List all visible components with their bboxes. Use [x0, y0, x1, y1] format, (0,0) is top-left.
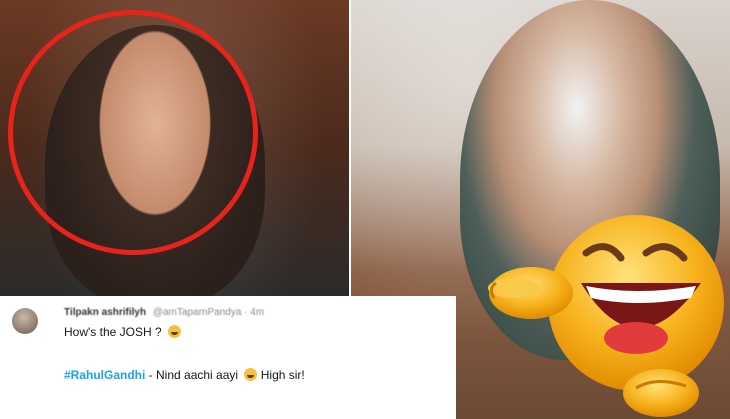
sleeping-emoji-icon [244, 368, 258, 381]
tweet-handle: @amTaparnPandya [152, 307, 242, 318]
tweet-line-1: How's the JOSH ? [64, 325, 182, 339]
tweet-line-2-end: High sir! [260, 368, 305, 382]
tweet-line-2: #RahulGandhi - Nind aachi aayi High sir! [64, 368, 305, 382]
tweet-card: Tilpakn ashrifilyh @amTaparnPandya · 4m … [0, 296, 456, 419]
tweet-line-2-text: - Nind aachi aayi [145, 368, 239, 382]
tweet-time: 4m [250, 307, 265, 318]
avatar [12, 308, 38, 334]
hashtag-link[interactable]: #RahulGandhi [64, 368, 145, 382]
tweet-author-name: Tilpakn ashrifilyh [64, 307, 147, 318]
tweet-header: Tilpakn ashrifilyh @amTaparnPandya · 4m [64, 307, 265, 318]
grinning-emoji-icon [168, 325, 182, 338]
laughing-pointing-emoji-icon [488, 215, 724, 417]
meme-image: Tilpakn ashrifilyh @amTaparnPandya · 4m … [0, 0, 730, 419]
tweet-line-1-text: How's the JOSH ? [64, 325, 162, 339]
highlight-circle [8, 10, 258, 255]
